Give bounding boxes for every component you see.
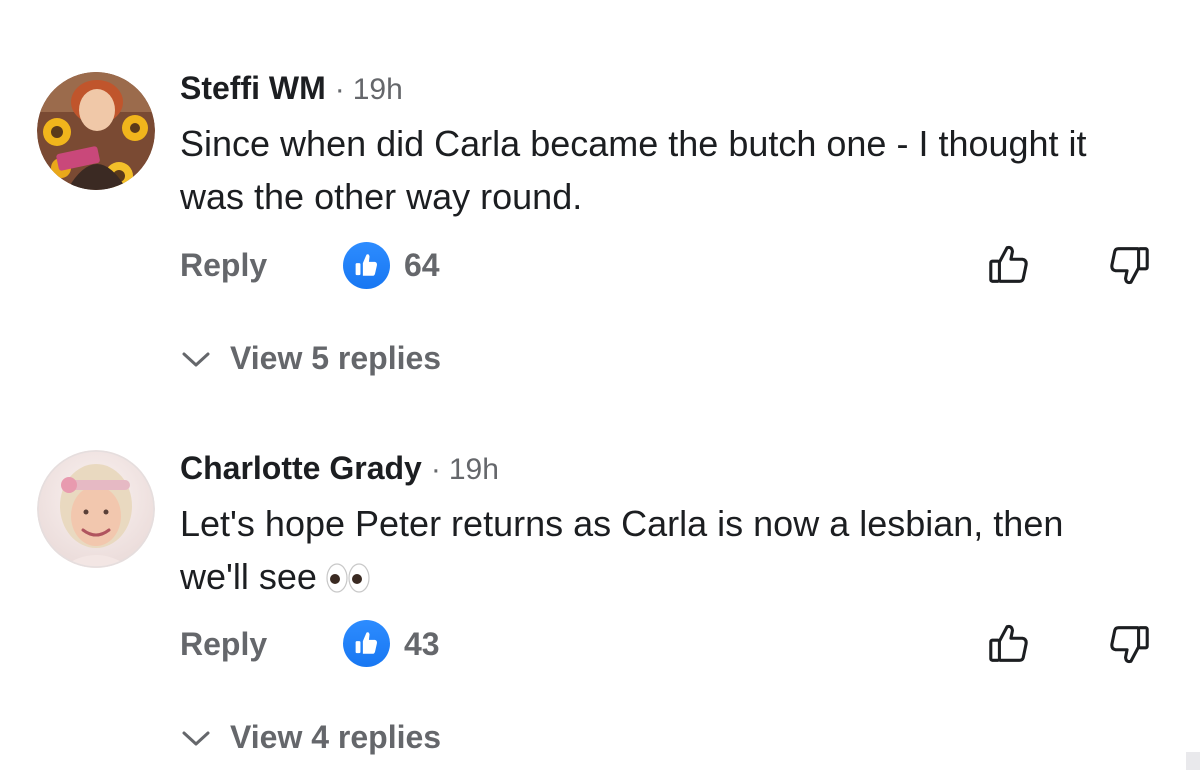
reply-button[interactable]: Reply bbox=[180, 247, 267, 284]
thumbs-up-outline-icon[interactable] bbox=[986, 621, 1032, 672]
view-replies-button[interactable]: View 5 replies bbox=[180, 340, 441, 377]
comment-header: Charlotte Grady · 19h bbox=[180, 450, 499, 490]
thumbs-up-outline-icon[interactable] bbox=[986, 242, 1032, 293]
chevron-down-icon bbox=[182, 731, 210, 745]
like-count: 43 bbox=[404, 626, 440, 662]
thumbs-down-outline-icon[interactable] bbox=[1106, 621, 1152, 672]
author-name[interactable]: Charlotte Grady bbox=[180, 450, 422, 487]
chevron-down-icon bbox=[182, 352, 210, 366]
reply-button[interactable]: Reply bbox=[180, 626, 267, 663]
thumbs-down-outline-icon[interactable] bbox=[1106, 242, 1152, 293]
view-replies-label: View 4 replies bbox=[230, 719, 442, 755]
comment-text: Since when did Carla became the butch on… bbox=[180, 117, 1140, 223]
like-count: 64 bbox=[404, 247, 440, 283]
timestamp[interactable]: 19h bbox=[449, 453, 499, 487]
eyes-emoji-icon bbox=[325, 556, 371, 609]
comment-header: Steffi WM · 19h bbox=[180, 70, 403, 110]
comment-body: Let's hope Peter returns as Carla is now… bbox=[180, 503, 1064, 597]
separator-dot: · bbox=[334, 73, 345, 106]
author-name[interactable]: Steffi WM bbox=[180, 70, 326, 107]
thumbs-up-icon bbox=[343, 620, 390, 667]
comment-body: Since when did Carla became the butch on… bbox=[180, 123, 1087, 217]
view-replies-label: View 5 replies bbox=[230, 340, 442, 376]
comment-text: Let's hope Peter returns as Carla is now… bbox=[180, 497, 1140, 609]
separator-dot: · bbox=[430, 453, 441, 486]
avatar[interactable] bbox=[37, 72, 155, 190]
view-replies-button[interactable]: View 4 replies bbox=[180, 719, 441, 756]
avatar[interactable] bbox=[37, 450, 155, 568]
thumbs-up-icon bbox=[343, 242, 390, 289]
timestamp[interactable]: 19h bbox=[353, 73, 403, 107]
scrollbar[interactable] bbox=[1186, 752, 1200, 770]
